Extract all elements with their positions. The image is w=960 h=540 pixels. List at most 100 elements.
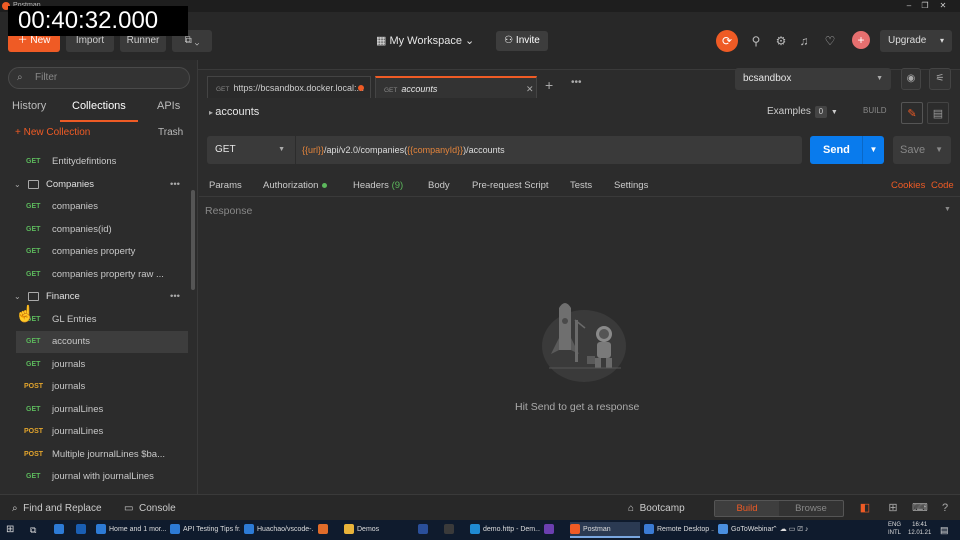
maximize-button[interactable]: ❐: [918, 1, 932, 11]
send-button[interactable]: Send ▼: [810, 136, 884, 164]
taskbar-app[interactable]: [418, 522, 440, 538]
request-tab-active[interactable]: GET accounts ✕: [375, 76, 537, 98]
tab-collections[interactable]: Collections: [72, 100, 126, 112]
tab-history[interactable]: History: [12, 100, 46, 112]
tab-params[interactable]: Params: [209, 180, 242, 191]
close-tab-icon[interactable]: ✕: [526, 78, 534, 100]
sync-icon[interactable]: ⟳: [716, 30, 738, 52]
sliders-icon[interactable]: ⚟: [929, 68, 951, 90]
workspace-switcher[interactable]: ▦ My Workspace ⌄: [376, 29, 486, 53]
sidebar-scrollbar[interactable]: [191, 190, 195, 290]
taskbar-app[interactable]: API Testing Tips fr...: [170, 522, 240, 538]
method-badge: GET: [26, 203, 41, 210]
filter-input[interactable]: ⌕ Filter: [8, 67, 190, 89]
more-tabs-icon[interactable]: •••: [571, 77, 582, 88]
help-icon[interactable]: ?: [938, 501, 952, 515]
tab-tests[interactable]: Tests: [570, 180, 592, 191]
notifications-icon[interactable]: ▤: [940, 522, 949, 538]
save-button[interactable]: Save ▼: [893, 136, 951, 164]
taskbar-app[interactable]: demo.http - Dem...: [470, 522, 540, 538]
more-options-icon[interactable]: •••: [170, 174, 180, 196]
taskbar-app[interactable]: [444, 522, 466, 538]
tab-apis[interactable]: APIs: [157, 100, 180, 112]
windows-start-icon[interactable]: ⊞: [6, 522, 14, 538]
console-button[interactable]: ▭ Console: [124, 503, 176, 514]
request-item[interactable]: POST journals: [0, 376, 190, 398]
language-indicator[interactable]: ENG INTL: [888, 521, 901, 537]
request-item[interactable]: POST journalLines: [0, 421, 190, 443]
request-name[interactable]: ▸ accounts: [209, 106, 259, 118]
request-item[interactable]: POST Multiple journalLines $ba...: [0, 444, 190, 466]
taskbar-app[interactable]: Home and 1 mor...: [96, 522, 166, 538]
code-link[interactable]: Code: [931, 180, 954, 191]
interceptor-icon[interactable]: ⚲: [748, 33, 764, 49]
chevron-down-icon[interactable]: ▼: [862, 136, 884, 164]
bootcamp-button[interactable]: ⌂ Bootcamp: [628, 503, 685, 514]
request-item[interactable]: GET accounts: [16, 331, 188, 353]
task-view-icon[interactable]: ⧉: [30, 522, 36, 538]
url-input[interactable]: {{url}}/api/v2.0/companies({{companyId}}…: [295, 136, 802, 164]
grid-icon: ▦: [376, 35, 390, 47]
taskbar-app[interactable]: Remote Desktop ...: [644, 522, 714, 538]
active-tab-indicator: [60, 120, 138, 122]
request-item[interactable]: GET journals: [0, 354, 190, 376]
add-tab-button[interactable]: +: [545, 77, 553, 93]
taskbar-app[interactable]: [318, 522, 340, 538]
request-item[interactable]: GET companies property raw ...: [0, 264, 190, 286]
upgrade-button[interactable]: Upgrade ▾: [880, 30, 952, 52]
request-item[interactable]: GET journal with journalLines: [0, 466, 190, 488]
tab-settings[interactable]: Settings: [614, 180, 648, 191]
keyboard-icon[interactable]: ⌨: [912, 501, 928, 515]
chevron-down-icon: ⌄: [462, 35, 475, 47]
method-badge: GET: [26, 158, 41, 165]
documentation-icon[interactable]: ▤: [927, 102, 949, 124]
avatar[interactable]: +: [852, 31, 870, 49]
new-collection-button[interactable]: + New Collection: [15, 127, 90, 138]
tab-headers[interactable]: Headers (9): [353, 180, 403, 191]
folder-item[interactable]: ⌄ Companies •••: [0, 174, 190, 196]
method-select[interactable]: GET ▼: [207, 136, 295, 164]
browse-mode-button[interactable]: Browse: [779, 501, 843, 516]
tab-authorization[interactable]: Authorization: [263, 180, 328, 191]
request-item[interactable]: GET companies: [0, 196, 190, 218]
taskbar-app[interactable]: [544, 522, 566, 538]
minimize-button[interactable]: –: [902, 1, 916, 11]
mail-icon[interactable]: [54, 522, 67, 538]
taskbar-app[interactable]: Postman: [570, 522, 640, 538]
eye-icon[interactable]: ◉: [901, 68, 921, 90]
folder-icon: [28, 179, 39, 189]
tab-pre-request-script[interactable]: Pre-request Script: [472, 180, 549, 191]
outlook-icon[interactable]: [76, 522, 89, 538]
request-item[interactable]: GET Entitydefintions: [0, 157, 190, 173]
request-item[interactable]: GET journalLines: [0, 399, 190, 421]
two-pane-icon[interactable]: ◧: [858, 501, 872, 515]
invite-button[interactable]: ⚇ Invite: [496, 31, 548, 51]
layout-icon[interactable]: ⊞: [886, 501, 900, 515]
chevron-down-icon[interactable]: ▼: [944, 206, 951, 213]
tab-body[interactable]: Body: [428, 180, 450, 191]
more-options-icon[interactable]: •••: [170, 286, 180, 308]
gear-icon[interactable]: ⚙: [773, 33, 789, 49]
close-window-button[interactable]: ✕: [936, 1, 950, 11]
user-plus-icon: ⚇: [504, 35, 516, 46]
environment-selector[interactable]: bcsandbox ▼: [735, 68, 891, 90]
examples-dropdown[interactable]: Examples 0 ▼: [767, 106, 838, 118]
cookies-link[interactable]: Cookies: [891, 180, 925, 191]
build-mode-button[interactable]: Build: [715, 501, 779, 516]
find-replace-button[interactable]: ⌕ Find and Replace: [12, 503, 102, 514]
request-tab[interactable]: GET https://bcsandbox.docker.local:...: [207, 76, 371, 98]
app-icon: [570, 524, 580, 535]
taskbar-app[interactable]: Huachao/vscode-...: [244, 522, 314, 538]
app-icon: [96, 524, 106, 535]
method-badge: GET: [26, 225, 41, 233]
request-item[interactable]: GET companies property: [0, 241, 190, 263]
taskbar-app[interactable]: Demos: [344, 522, 414, 538]
bell-icon[interactable]: ♫: [796, 33, 812, 49]
pencil-icon[interactable]: ✎: [901, 102, 923, 124]
tray-icons[interactable]: ⌃ ☁ ▭ ⎚ ♪: [772, 522, 808, 538]
system-clock[interactable]: 16:41 12.01.21: [908, 521, 931, 537]
request-item[interactable]: GET companies(id): [0, 219, 190, 241]
trash-button[interactable]: Trash: [158, 127, 183, 138]
chevron-down-icon[interactable]: ⌄: [14, 174, 21, 196]
heart-icon[interactable]: ♡: [822, 33, 838, 49]
